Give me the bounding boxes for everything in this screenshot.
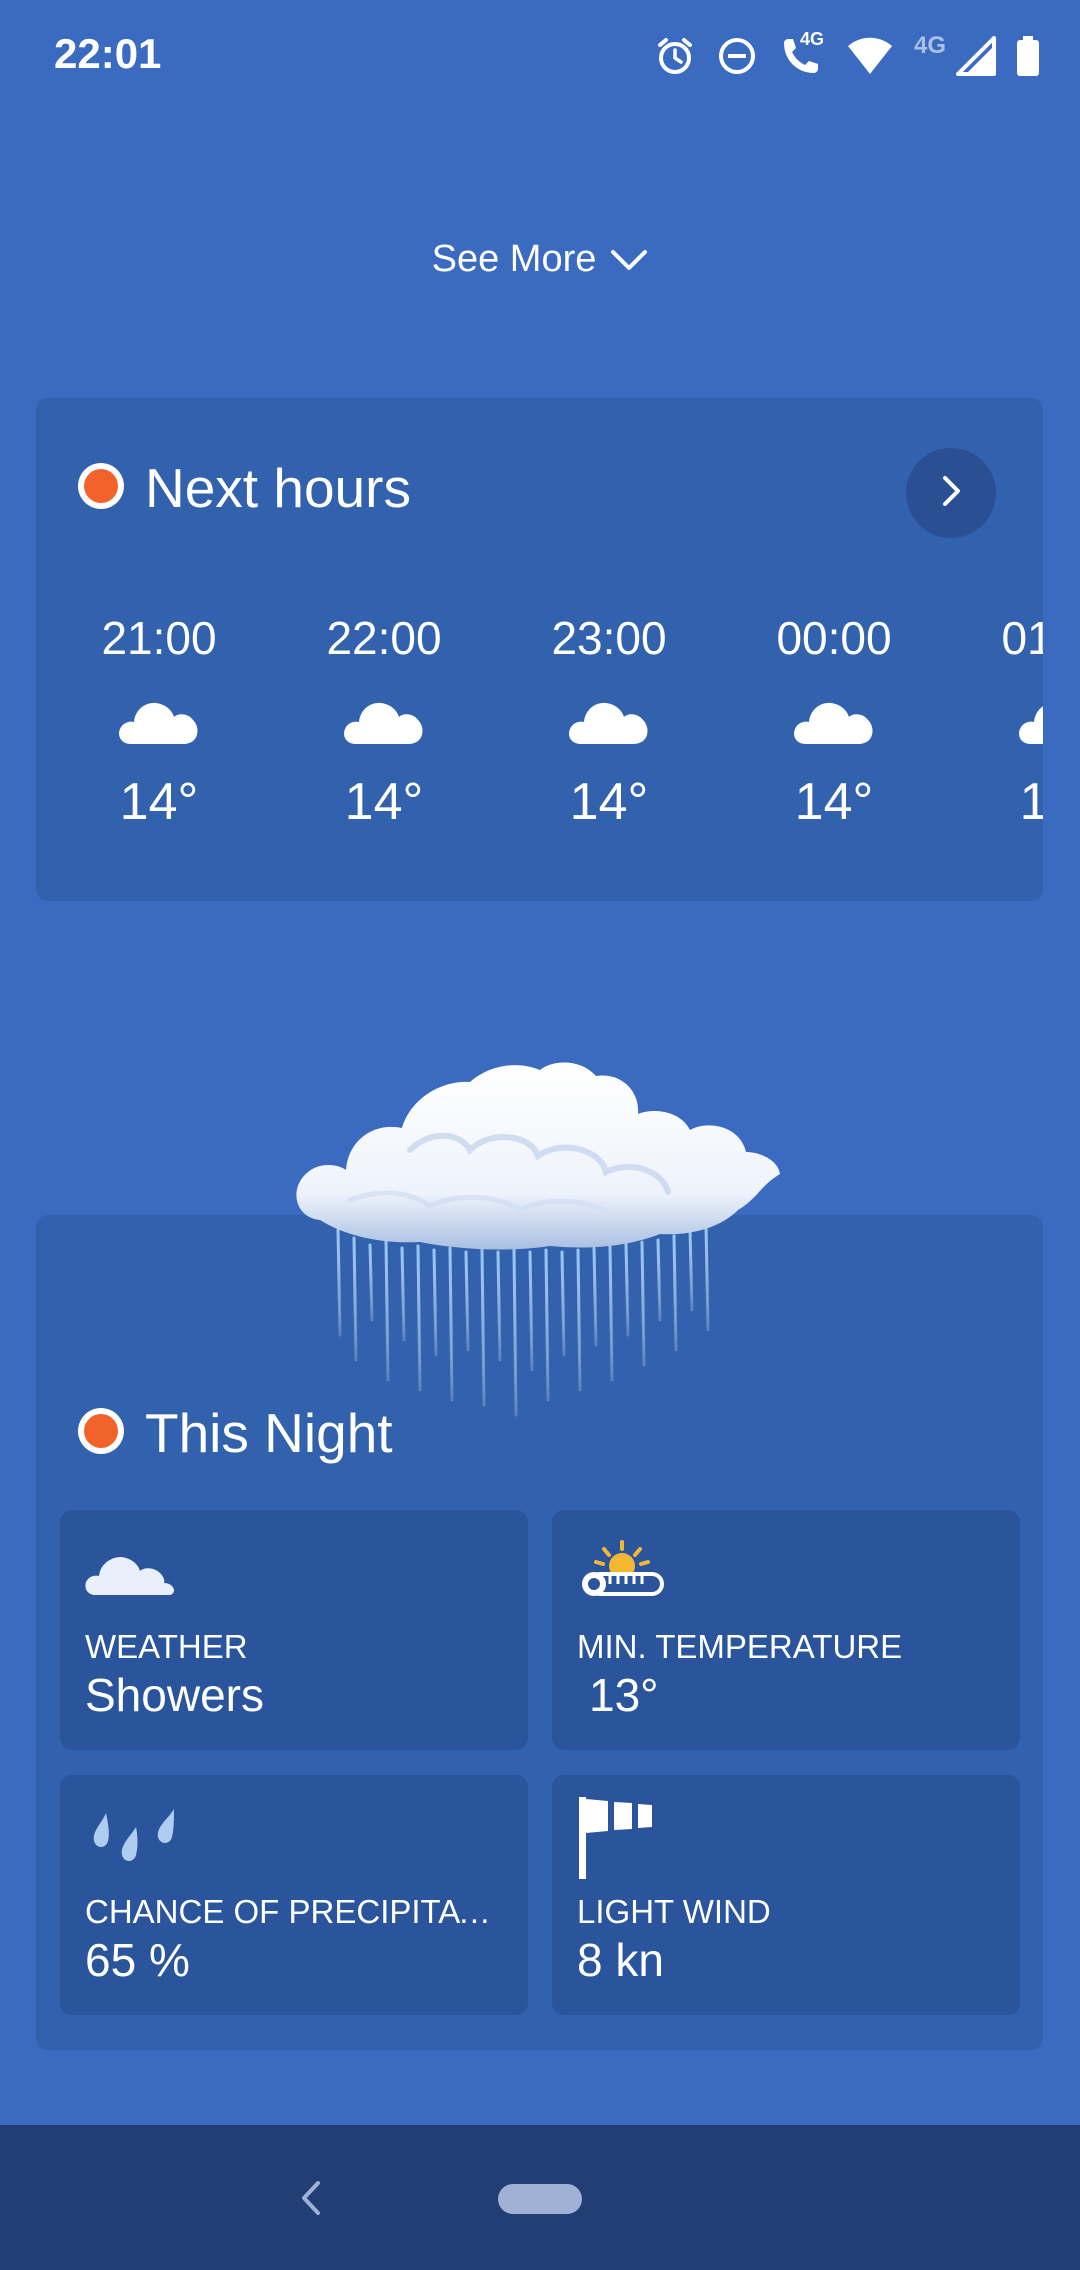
thermometer-sun-icon	[576, 1540, 668, 1607]
volte-call-icon: 4G	[778, 29, 826, 77]
next-hours-arrow-button[interactable]	[906, 448, 996, 538]
raindrops-icon	[84, 1805, 176, 1872]
min-temperature-value: 13°	[589, 1669, 659, 1721]
alarm-icon	[654, 35, 696, 77]
hour-item[interactable]: 01:00 14°	[969, 608, 1043, 832]
mobile-signal-icon	[956, 36, 996, 76]
wifi-icon	[846, 36, 894, 76]
hour-temperature: 14°	[1019, 773, 1043, 831]
cloud-icon	[294, 678, 474, 758]
back-icon[interactable]	[290, 2175, 330, 2226]
navigation-bar	[0, 2125, 1080, 2270]
cloud-icon	[969, 678, 1043, 758]
cloud-icon	[69, 678, 249, 758]
hour-time: 22:00	[326, 612, 442, 664]
weather-value: Showers	[85, 1669, 264, 1721]
hour-temperature: 14°	[344, 773, 424, 831]
cloud-icon	[519, 678, 699, 758]
status-time: 22:01	[54, 30, 162, 77]
wind-flag-icon	[576, 1793, 668, 1886]
weather-tile: WEATHER Showers	[60, 1510, 528, 1750]
min-temperature-tile: MIN. TEMPERATURE 13°	[552, 1510, 1020, 1750]
battery-icon	[1016, 36, 1040, 76]
hour-time: 23:00	[551, 612, 667, 664]
hour-item[interactable]: 00:00 14°	[744, 608, 924, 832]
next-hours-card: Next hours 21:00 14° 22:00 14° 23:00 14°	[36, 398, 1043, 901]
chevron-down-icon	[610, 247, 648, 273]
wind-label: LIGHT WIND	[577, 1893, 771, 1930]
status-bar: 22:01 4G 4G	[0, 0, 1080, 112]
see-more-label: See More	[431, 238, 597, 280]
min-temperature-label: MIN. TEMPERATURE	[577, 1628, 903, 1665]
wind-tile: LIGHT WIND 8 kn	[552, 1775, 1020, 2015]
hour-time: 00:00	[776, 612, 892, 664]
precipitation-tile: CHANCE OF PRECIPITATION 65 %	[60, 1775, 528, 2015]
this-night-dot-icon	[78, 1408, 124, 1454]
cloud-icon	[84, 1545, 176, 1602]
see-more-button[interactable]: See More	[0, 238, 1080, 281]
precipitation-value: 65 %	[85, 1934, 190, 1986]
hour-temperature: 14°	[794, 773, 874, 831]
weather-label: WEATHER	[85, 1628, 248, 1665]
wind-value: 8 kn	[577, 1934, 664, 1986]
chevron-right-icon	[938, 472, 964, 515]
rain-cloud-icon	[290, 1060, 810, 1420]
home-pill-button[interactable]	[498, 2184, 582, 2214]
hour-item[interactable]: 23:00 14°	[519, 608, 699, 832]
precipitation-label: CHANCE OF PRECIPITATION	[85, 1893, 510, 1930]
hourly-forecast-list[interactable]: 21:00 14° 22:00 14° 23:00 14° 00:00 14° …	[36, 608, 1043, 868]
hour-temperature: 14°	[119, 773, 199, 831]
next-hours-title: Next hours	[145, 457, 411, 519]
do-not-disturb-icon	[716, 35, 758, 77]
hour-time: 21:00	[101, 612, 217, 664]
volte-call-badge: 4G	[799, 29, 824, 49]
status-icons: 4G 4G	[654, 29, 1040, 82]
next-hours-dot-icon	[78, 463, 124, 509]
hour-temperature: 14°	[569, 773, 649, 831]
hour-item[interactable]: 21:00 14°	[69, 608, 249, 832]
hour-time: 01:00	[1001, 612, 1043, 664]
hour-item[interactable]: 22:00 14°	[294, 608, 474, 832]
cloud-icon	[744, 678, 924, 758]
network-type-label: 4G	[913, 32, 946, 59]
